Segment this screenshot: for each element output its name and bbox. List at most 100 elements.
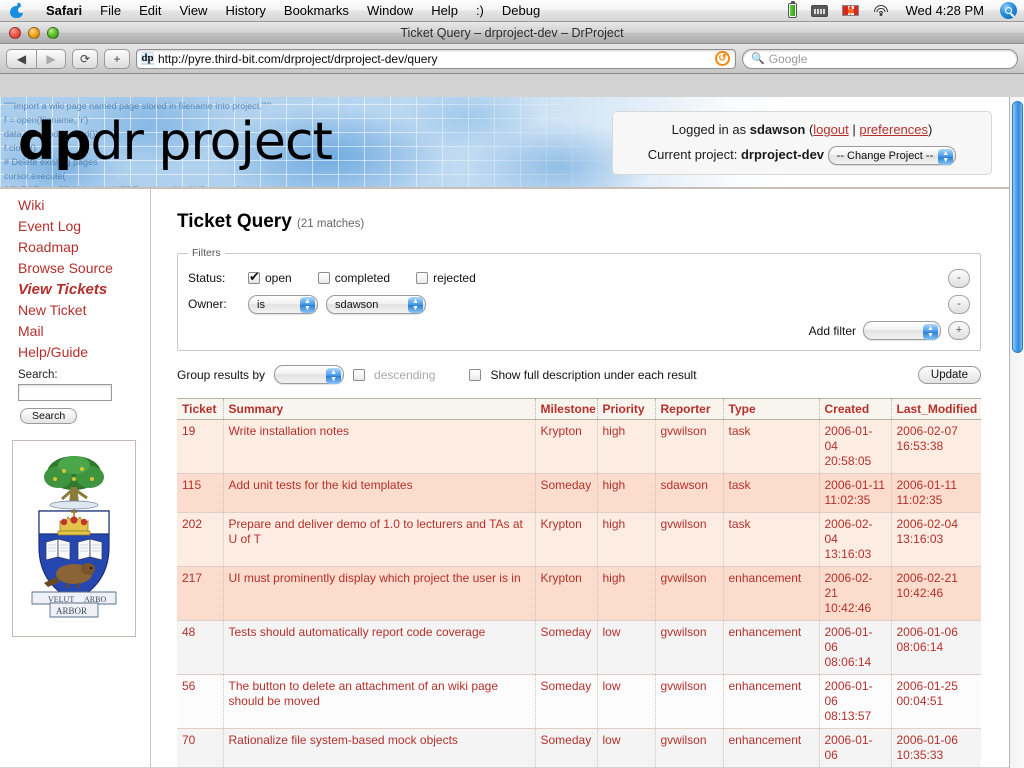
ticket-last-modified: 2006-01-06 08:06:14 (891, 621, 981, 675)
battery-icon[interactable] (781, 3, 804, 18)
ticket-summary[interactable]: Write installation notes (223, 420, 535, 474)
table-row[interactable]: 19Write installation notesKryptonhighgvw… (177, 420, 981, 474)
remove-owner-filter-button[interactable]: - (948, 295, 970, 314)
table-row[interactable]: 202Prepare and deliver demo of 1.0 to le… (177, 513, 981, 567)
status-open-group[interactable]: open (248, 271, 292, 285)
add-bookmark-button[interactable]: + (104, 49, 130, 69)
logout-link[interactable]: logout (813, 122, 848, 137)
menu-item-history[interactable]: History (216, 0, 274, 22)
menu-item-view[interactable]: View (171, 0, 217, 22)
sidebar-item-roadmap[interactable]: Roadmap (18, 237, 150, 258)
minimize-window-button[interactable] (28, 27, 40, 39)
window-controls[interactable] (9, 27, 59, 39)
sidebar-item-view-tickets[interactable]: View Tickets (18, 279, 150, 300)
menu-item-edit[interactable]: Edit (130, 0, 170, 22)
scrollbar-thumb[interactable] (1012, 101, 1023, 353)
ticket-summary[interactable]: The button to delete an attachment of an… (223, 675, 535, 729)
status-rejected-checkbox[interactable] (416, 272, 428, 284)
table-row[interactable]: 48Tests should automatically report code… (177, 621, 981, 675)
menu-item-file[interactable]: File (91, 0, 130, 22)
menu-bar-clock[interactable]: Wed 4:28 PM (896, 0, 993, 22)
update-button[interactable]: Update (918, 366, 981, 384)
column-header-reporter[interactable]: Reporter (655, 399, 723, 420)
ticket-reporter: gvwilson (655, 621, 723, 675)
sidebar-search-input[interactable] (18, 384, 112, 401)
ticket-id[interactable]: 217 (177, 567, 223, 621)
back-button[interactable]: ◀ (6, 49, 36, 69)
preferences-link[interactable]: preferences (859, 122, 928, 137)
descending-checkbox[interactable] (353, 369, 365, 381)
sidebar-item-new-ticket[interactable]: New Ticket (18, 300, 150, 321)
menu-item-bookmarks[interactable]: Bookmarks (275, 0, 358, 22)
group-results-select[interactable]: ▲▼ (274, 365, 344, 384)
status-rejected-group[interactable]: rejected (416, 271, 476, 285)
ticket-summary[interactable]: Rationalize file system-based mock objec… (223, 729, 535, 768)
sidebar-item-mail[interactable]: Mail (18, 321, 150, 342)
sidebar-search-label: Search: (0, 363, 150, 384)
sidebar-item-event-log[interactable]: Event Log (18, 216, 150, 237)
forward-button[interactable]: ▶ (36, 49, 66, 69)
status-completed-checkbox[interactable] (318, 272, 330, 284)
google-search-field[interactable]: 🔍 Google (742, 49, 1018, 69)
menu-item-safari[interactable]: Safari (37, 0, 91, 22)
ticket-id[interactable]: 19 (177, 420, 223, 474)
table-row[interactable]: 56The button to delete an attachment of … (177, 675, 981, 729)
modem-icon[interactable] (804, 5, 835, 17)
apple-menu-icon[interactable] (10, 3, 23, 18)
sidebar-item-browse-source[interactable]: Browse Source (18, 258, 150, 279)
owner-value-select[interactable]: sdawson ▲▼ (326, 295, 426, 314)
ticket-id[interactable]: 202 (177, 513, 223, 567)
change-project-select[interactable]: -- Change Project -- ▲▼ (828, 146, 957, 165)
stop-reload-icon[interactable]: ↺ (715, 51, 730, 66)
ticket-id[interactable]: 70 (177, 729, 223, 768)
menu-item-debug[interactable]: Debug (493, 0, 549, 22)
navigation-buttons: ◀ ▶ (6, 49, 66, 69)
menu-item-window[interactable]: Window (358, 0, 422, 22)
sidebar-item-wiki[interactable]: Wiki (18, 195, 150, 216)
sidebar-item-help-guide[interactable]: Help/Guide (18, 342, 150, 363)
status-completed-group[interactable]: completed (318, 271, 390, 285)
close-window-button[interactable] (9, 27, 21, 39)
column-header-last-modified[interactable]: Last_Modified (891, 399, 981, 420)
wifi-icon[interactable] (866, 5, 896, 17)
table-row[interactable]: 217UI must prominently display which pro… (177, 567, 981, 621)
page-vertical-scrollbar[interactable] (1009, 97, 1024, 768)
zoom-window-button[interactable] (47, 27, 59, 39)
reload-button[interactable]: ⟳ (72, 49, 98, 69)
ticket-created: 2006-01-06 (819, 729, 891, 768)
column-header-priority[interactable]: Priority (597, 399, 655, 420)
page-title: Ticket Query (21 matches) (177, 211, 1009, 233)
ticket-summary[interactable]: Add unit tests for the kid templates (223, 474, 535, 513)
ticket-id[interactable]: 56 (177, 675, 223, 729)
column-header-summary[interactable]: Summary (223, 399, 535, 420)
canada-flag-icon[interactable]: 🍁 (835, 5, 866, 16)
remove-status-filter-button[interactable]: - (948, 269, 970, 288)
table-row[interactable]: 115Add unit tests for the kid templatesS… (177, 474, 981, 513)
status-open-checkbox[interactable] (248, 272, 260, 284)
address-bar[interactable]: dp http://pyre.third-bit.com/drproject/d… (136, 49, 736, 69)
ticket-id[interactable]: 115 (177, 474, 223, 513)
ticket-summary[interactable]: UI must prominently display which projec… (223, 567, 535, 621)
menu-item-help[interactable]: Help (422, 0, 467, 22)
ticket-created: 2006-01-11 11:02:35 (819, 474, 891, 513)
add-filter-button[interactable]: + (948, 321, 970, 340)
spotlight-search-icon[interactable] (993, 2, 1024, 19)
sidebar-search-button[interactable]: Search (20, 408, 77, 424)
chevron-updown-icon: ▲▼ (300, 297, 315, 313)
ticket-summary[interactable]: Prepare and deliver demo of 1.0 to lectu… (223, 513, 535, 567)
table-row[interactable]: 70Rationalize file system-based mock obj… (177, 729, 981, 768)
menu-item-smiley[interactable]: :) (467, 0, 493, 22)
column-header-created[interactable]: Created (819, 399, 891, 420)
site-logo[interactable]: dpdr project (18, 111, 332, 173)
add-filter-select[interactable]: ▲▼ (863, 321, 941, 340)
url-text[interactable]: http://pyre.third-bit.com/drproject/drpr… (158, 52, 715, 66)
chevron-updown-icon: ▲▼ (408, 297, 423, 313)
column-header-type[interactable]: Type (723, 399, 819, 420)
show-full-description-checkbox[interactable] (469, 369, 481, 381)
column-header-milestone[interactable]: Milestone (535, 399, 597, 420)
ticket-summary[interactable]: Tests should automatically report code c… (223, 621, 535, 675)
ticket-id[interactable]: 48 (177, 621, 223, 675)
owner-operator-select[interactable]: is ▲▼ (248, 295, 318, 314)
window-title-bar[interactable]: Ticket Query – drproject-dev – DrProject (0, 22, 1024, 44)
column-header-ticket[interactable]: Ticket (177, 399, 223, 420)
